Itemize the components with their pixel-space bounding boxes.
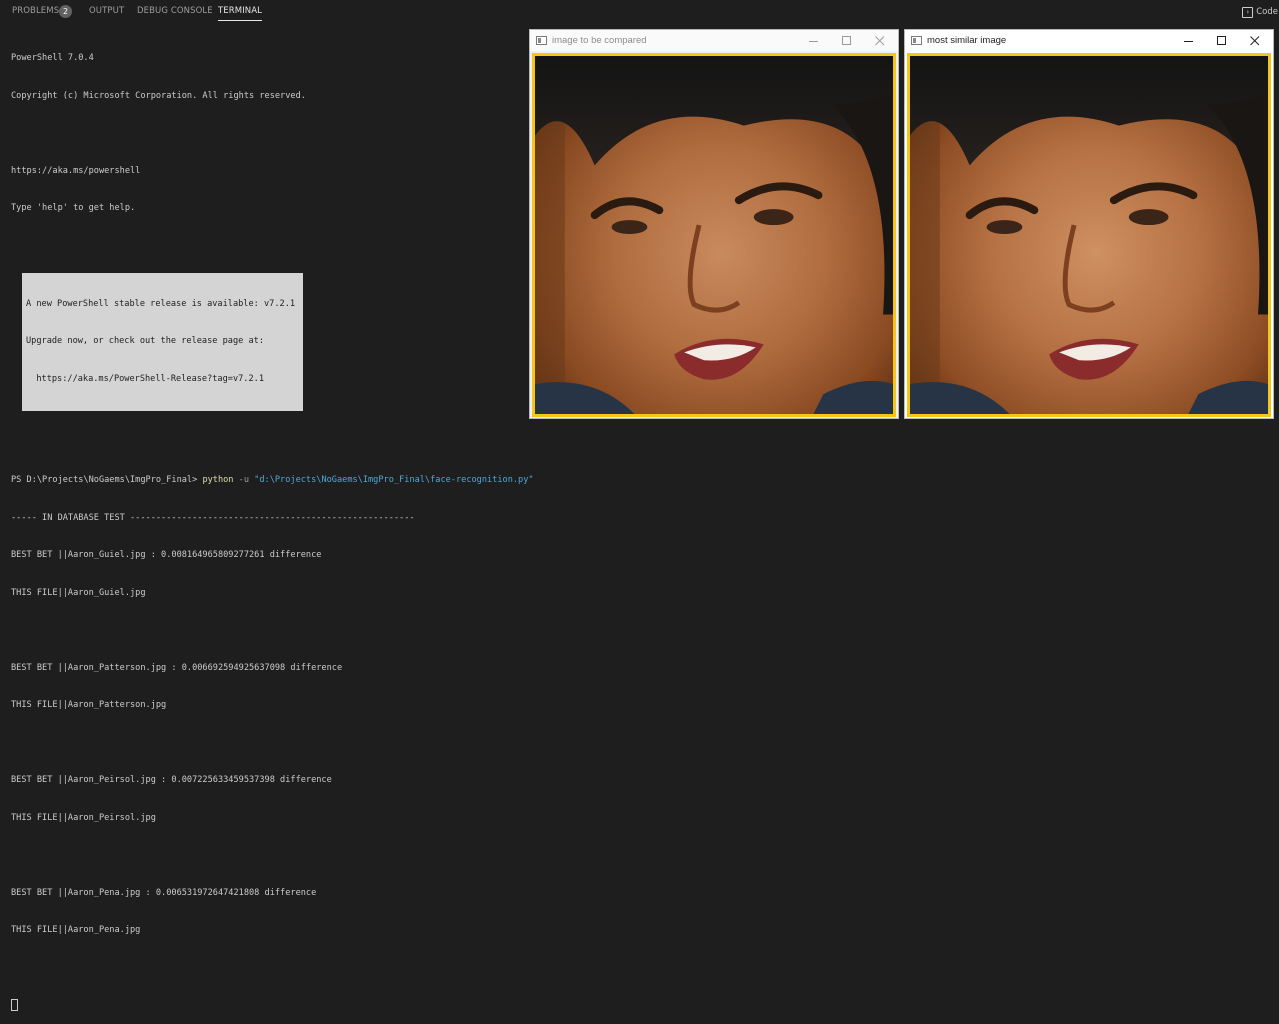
terminal-cursor-line	[11, 999, 531, 1012]
prompt: PS D:\Projects\NoGaems\ImgPro_Final>	[11, 475, 203, 485]
maximize-button[interactable]	[1205, 30, 1238, 51]
terminal-line: Type 'help' to get help.	[11, 203, 136, 213]
tab-output-label: OUTPUT	[89, 6, 125, 16]
terminal-line: THIS FILE||Aaron_Guiel.jpg	[11, 587, 146, 598]
tab-terminal[interactable]: TERMINAL	[218, 6, 263, 22]
close-icon	[1249, 35, 1259, 45]
update-notice-line: https://aka.ms/PowerShell-Release?tag=v7…	[26, 373, 264, 384]
code-button[interactable]: › Code	[1242, 5, 1279, 19]
close-button[interactable]	[1238, 30, 1271, 51]
face-image	[535, 56, 893, 414]
update-notice-line: A new PowerShell stable release is avail…	[26, 298, 296, 309]
app-icon	[536, 36, 547, 45]
close-icon	[874, 35, 884, 45]
command-python: python	[202, 475, 234, 485]
terminal-line: PowerShell 7.0.4	[11, 53, 94, 63]
image-frame	[532, 53, 896, 417]
window-titlebar[interactable]: most similar image	[905, 30, 1273, 51]
tab-debug-console-label: DEBUG CONSOLE	[137, 6, 213, 16]
terminal-line: THIS FILE||Aaron_Peirsol.jpg	[11, 812, 156, 823]
terminal-line: ----- IN DATABASE TEST -----------------…	[11, 512, 415, 523]
image-window-most-similar[interactable]: most similar image	[904, 29, 1274, 419]
terminal-line: BEST BET ||Aaron_Patterson.jpg : 0.00669…	[11, 662, 343, 673]
minimize-icon	[1183, 40, 1193, 42]
terminal-line: BEST BET ||Aaron_Pena.jpg : 0.0065319726…	[11, 887, 317, 898]
app-icon	[911, 36, 922, 45]
script-path: "d:\Projects\NoGaems\ImgPro_Final\face-r…	[254, 475, 534, 485]
window-titlebar[interactable]: image to be compared	[530, 30, 898, 51]
update-notice-box: A new PowerShell stable release is avail…	[22, 272, 303, 411]
minimize-icon	[808, 40, 818, 42]
update-notice-line: Upgrade now, or check out the release pa…	[26, 336, 264, 346]
window-title: most similar image	[927, 35, 1007, 46]
image-frame	[907, 53, 1271, 417]
terminal-icon: ›	[1242, 6, 1254, 18]
terminal-line: BEST BET ||Aaron_Guiel.jpg : 0.008164965…	[11, 550, 322, 560]
panel-tab-bar: PROBLEMS 2 OUTPUT DEBUG CONSOLE TERMINAL…	[0, 0, 1279, 24]
terminal-cursor	[11, 999, 18, 1011]
terminal-line: Copyright (c) Microsoft Corporation. All…	[11, 90, 306, 101]
tab-terminal-label: TERMINAL	[218, 6, 263, 16]
maximize-icon	[1216, 35, 1226, 45]
problems-count-badge: 2	[59, 5, 72, 18]
command-line: PS D:\Projects\NoGaems\ImgPro_Final> pyt…	[11, 474, 534, 487]
terminal-line: THIS FILE||Aaron_Pena.jpg	[11, 925, 141, 935]
terminal-output[interactable]: PowerShell 7.0.4 Copyright (c) Microsoft…	[11, 27, 534, 1024]
terminal-line: THIS FILE||Aaron_Patterson.jpg	[11, 700, 167, 710]
minimize-button[interactable]	[1172, 30, 1205, 51]
close-button[interactable]	[863, 30, 896, 51]
image-window-compared[interactable]: image to be compared	[529, 29, 899, 419]
tab-output[interactable]: OUTPUT	[89, 6, 124, 22]
maximize-button[interactable]	[830, 30, 863, 51]
tab-problems[interactable]: PROBLEMS	[12, 6, 59, 22]
tab-problems-label: PROBLEMS	[12, 6, 60, 16]
command-flag: -u	[233, 475, 255, 485]
maximize-icon	[841, 35, 851, 45]
terminal-line: BEST BET ||Aaron_Peirsol.jpg : 0.0072256…	[11, 775, 332, 785]
window-title: image to be compared	[552, 35, 647, 46]
tab-debug-console[interactable]: DEBUG CONSOLE	[137, 6, 213, 22]
face-image	[910, 56, 1268, 414]
minimize-button[interactable]	[797, 30, 830, 51]
terminal-line: https://aka.ms/powershell	[11, 165, 141, 176]
code-button-label: Code	[1256, 7, 1278, 17]
